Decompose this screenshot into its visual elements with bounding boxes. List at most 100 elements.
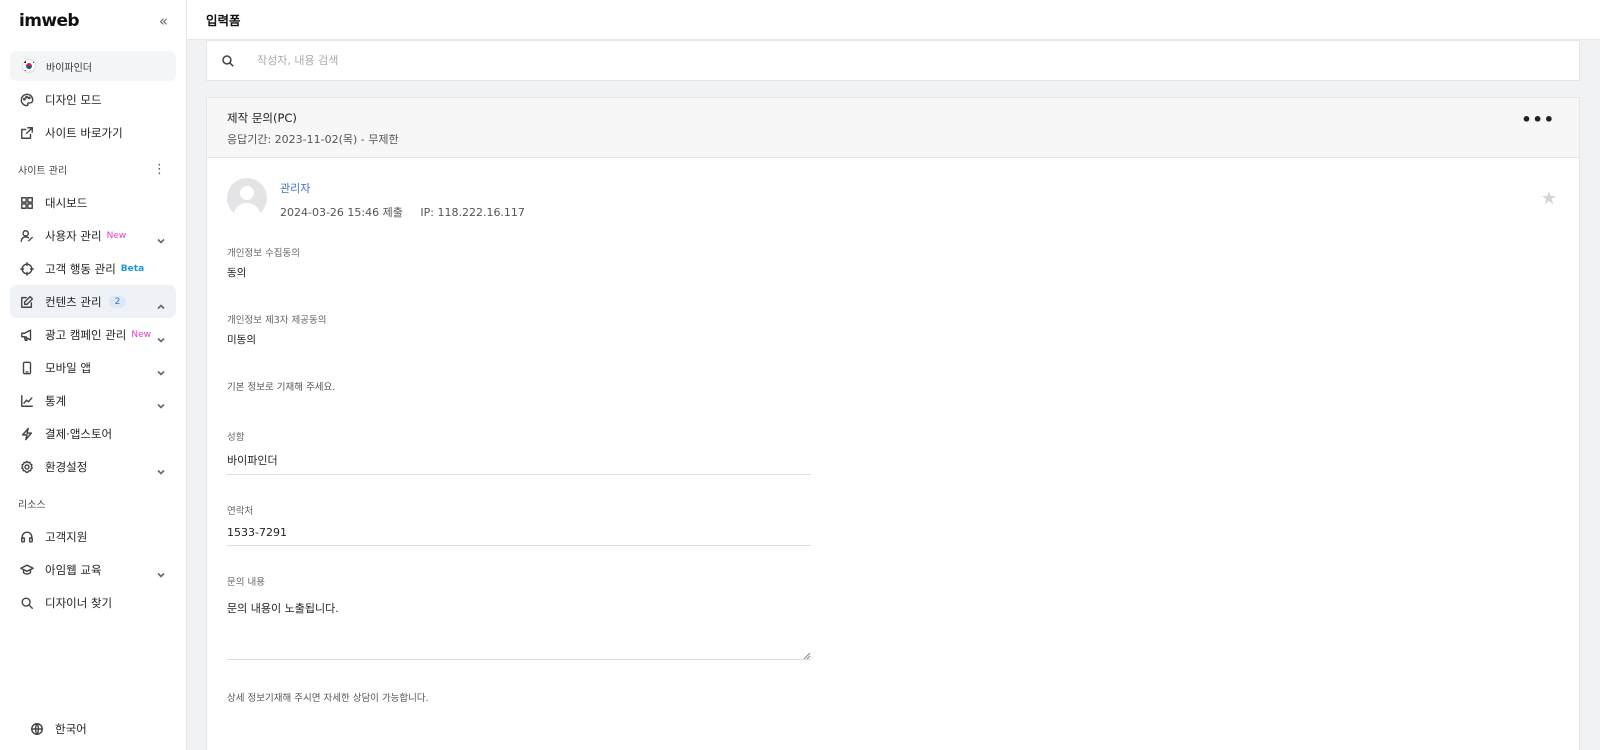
field-value: 미동의 — [227, 334, 256, 346]
detail-info-note: 상세 정보기재해 주시면 자세한 상담이 가능합니다. — [227, 693, 429, 704]
nav-label: 결제·앱스토어 — [45, 426, 113, 441]
count-badge: 2 — [108, 295, 127, 308]
field-label: 문의 내용 — [227, 577, 265, 588]
nav-label: 대시보드 — [45, 195, 88, 210]
chevron-up-icon[interactable] — [156, 297, 166, 309]
megaphone-icon — [18, 326, 36, 344]
nav-customer-support[interactable]: 고객지원 — [10, 520, 176, 553]
sidebar: imweb « 바이파인더 디자인 모드 사이트 바로가기 사이트 관리 ⋮ 대… — [0, 0, 187, 750]
chevron-down-icon[interactable] — [156, 363, 166, 376]
inquiry-value: 문의 내용이 노출됩니다. — [227, 602, 339, 615]
bolt-icon — [18, 425, 36, 443]
search-icon[interactable] — [221, 53, 237, 69]
author-name-link[interactable]: 관리자 — [280, 180, 525, 196]
headset-icon — [18, 528, 36, 546]
graduation-icon — [18, 561, 36, 579]
nav-mobile-app[interactable]: 모바일 앱 — [10, 351, 176, 384]
chevron-down-icon[interactable] — [156, 462, 166, 475]
chevron-down-icon[interactable] — [156, 565, 166, 578]
topbar: 입력폼 — [187, 0, 1600, 40]
star-icon[interactable]: ★ — [1541, 188, 1557, 209]
ip-address: IP: 118.222.16.117 — [420, 206, 525, 219]
more-options-icon[interactable]: ••• — [1521, 110, 1555, 129]
section-title: 리소스 — [18, 499, 46, 511]
search-icon — [18, 594, 36, 612]
inquiry-field: 문의 내용 문의 내용이 노출됩니다. — [207, 574, 1579, 660]
nav-label: 디자이너 찾기 — [45, 595, 113, 610]
form-title: 제작 문의(PC) — [227, 111, 297, 125]
nav-content-management[interactable]: 컨텐츠 관리 2 — [10, 285, 176, 318]
logo-row: imweb « — [0, 0, 186, 42]
gear-icon — [18, 458, 36, 476]
nav-dashboard[interactable]: 대시보드 — [10, 186, 176, 219]
edit-icon — [18, 293, 36, 311]
nav-user-management[interactable]: 사용자 관리 New — [10, 219, 176, 252]
submitted-time: 2024-03-26 15:46 제출 — [280, 206, 403, 219]
globe-icon — [28, 720, 46, 738]
site-selector[interactable]: 바이파인더 — [10, 51, 176, 81]
nav-customer-behavior[interactable]: 고객 행동 관리 Beta — [10, 252, 176, 285]
site-name: 바이파인더 — [46, 62, 92, 74]
nav-label: 고객 행동 관리 — [45, 261, 116, 276]
nav-label: 통계 — [45, 393, 67, 408]
grid-icon — [18, 194, 36, 212]
page-title: 입력폼 — [206, 13, 241, 28]
beta-badge: Beta — [120, 263, 145, 274]
crosshair-icon — [18, 260, 36, 278]
phone-value[interactable]: 1533-7291 — [227, 517, 811, 546]
consent-collection-field: 개인정보 수집동의 동의 — [207, 245, 1579, 280]
user-icon — [18, 227, 36, 245]
field-label: 성함 — [227, 432, 245, 443]
search-bar — [206, 40, 1580, 81]
section-title: 사이트 관리 — [18, 165, 68, 177]
phone-field: 연락처 1533-7291 — [207, 503, 1579, 546]
language-selector[interactable]: 한국어 — [20, 712, 95, 745]
chevron-down-icon[interactable] — [156, 396, 166, 409]
field-label: 개인정보 수집동의 — [227, 248, 300, 259]
nav-label: 디자인 모드 — [45, 92, 102, 107]
name-value[interactable]: 바이파인더 — [227, 443, 811, 475]
chevron-down-icon[interactable] — [156, 231, 166, 244]
chevron-down-icon[interactable] — [156, 330, 166, 343]
avatar — [227, 178, 267, 218]
nav-site-shortcut[interactable]: 사이트 바로가기 — [10, 116, 176, 149]
palette-icon — [18, 91, 36, 109]
external-link-icon — [18, 124, 36, 142]
field-label: 개인정보 제3자 제공동의 — [227, 315, 327, 326]
consent-third-party-field: 개인정보 제3자 제공동의 미동의 — [207, 312, 1579, 347]
author-info: 관리자 2024-03-26 15:46 제출 IP: 118.222.16.1… — [280, 180, 525, 238]
field-value: 동의 — [227, 267, 247, 279]
nav-label: 컨텐츠 관리 — [45, 294, 102, 309]
nav-statistics[interactable]: 통계 — [10, 384, 176, 417]
nav-label: 환경설정 — [45, 459, 88, 474]
nav-ad-campaign[interactable]: 광고 캠페인 관리 New — [10, 318, 176, 351]
nav-imweb-education[interactable]: 아임웹 교육 — [10, 553, 176, 586]
collapse-sidebar-icon[interactable]: « — [159, 12, 168, 30]
chart-icon — [18, 392, 36, 410]
korea-flag-icon — [22, 59, 36, 73]
nav-design-mode[interactable]: 디자인 모드 — [10, 83, 176, 116]
language-label: 한국어 — [55, 721, 87, 736]
author-row: 관리자 2024-03-26 15:46 제출 IP: 118.222.16.1… — [207, 158, 1579, 238]
nav-settings[interactable]: 환경설정 — [10, 450, 176, 483]
field-label: 연락처 — [227, 506, 254, 517]
form-period: 응답기간: 2023-11-02(목) - 무제한 — [227, 133, 399, 146]
nav-label: 광고 캠페인 관리 — [45, 327, 127, 342]
basic-info-note: 기본 정보로 기재해 주세요. — [227, 382, 336, 393]
mobile-icon — [18, 359, 36, 377]
resize-handle-icon[interactable] — [803, 650, 811, 660]
nav-payment-appstore[interactable]: 결제·앱스토어 — [10, 417, 176, 450]
kebab-menu-icon[interactable]: ⋮ — [153, 163, 166, 176]
inquiry-textarea[interactable]: 문의 내용이 노출됩니다. — [227, 588, 811, 660]
section-resources: 리소스 — [0, 486, 186, 520]
imweb-logo[interactable]: imweb — [19, 11, 80, 31]
nav-find-designer[interactable]: 디자이너 찾기 — [10, 586, 176, 619]
name-field: 성함 바이파인더 — [207, 429, 1579, 475]
new-badge: New — [131, 329, 152, 340]
form-header: 제작 문의(PC) 응답기간: 2023-11-02(목) - 무제한 ••• — [207, 98, 1579, 158]
search-input[interactable] — [257, 54, 857, 67]
new-badge: New — [106, 230, 127, 241]
nav-label: 모바일 앱 — [45, 360, 91, 375]
nav-label: 아임웹 교육 — [45, 562, 102, 577]
nav-label: 고객지원 — [45, 529, 88, 544]
